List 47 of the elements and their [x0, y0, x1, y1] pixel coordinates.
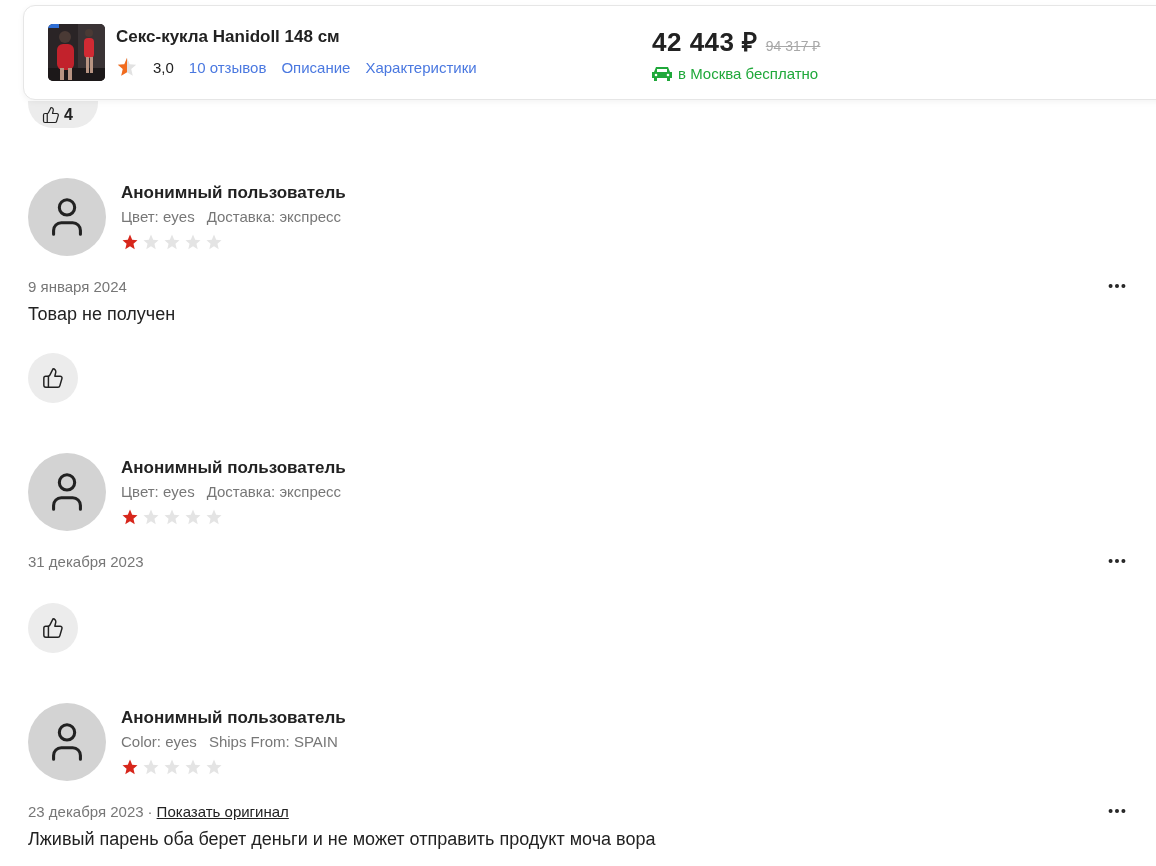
review-date: 23 декабря 2023 — [28, 802, 144, 820]
review-text: Товар не получен — [28, 304, 177, 325]
star-icon — [142, 758, 160, 776]
star-icon — [184, 233, 202, 251]
review-text: Лживый парень оба берет деньги и не может отправить продукт моча вора — [28, 829, 657, 850]
rating-value: 3,0 — [153, 58, 174, 76]
star-icon — [205, 233, 223, 251]
price: 42 443 ₽ — [652, 26, 758, 59]
header-link[interactable]: Описание — [281, 58, 351, 76]
star-icon — [142, 508, 160, 526]
delivery-info: в Москва бесплатно — [678, 65, 819, 82]
star-icon — [205, 758, 223, 776]
review-attribute: Цвет: eyes — [121, 483, 195, 500]
author-name: Анонимный пользователь — [121, 708, 346, 728]
thumbs-up-icon — [42, 617, 64, 639]
like-button[interactable]: 4 — [28, 101, 98, 128]
header-link[interactable]: 10 отзывов — [188, 58, 267, 76]
star-icon — [121, 508, 139, 526]
thumbs-up-icon — [42, 367, 64, 389]
half-star-icon — [116, 56, 138, 78]
review-date: 31 декабря 2023 — [28, 552, 144, 570]
author-name: Анонимный пользователь — [121, 458, 346, 478]
car-icon — [652, 65, 672, 82]
review-attribute: Ships From: SPAIN — [208, 733, 338, 750]
review-attribute: Цвет: eyes — [121, 208, 195, 225]
author-name: Анонимный пользователь — [121, 183, 346, 203]
star-icon — [121, 758, 139, 776]
old-price: 94 317 ₽ — [765, 37, 821, 55]
star-icon — [121, 233, 139, 251]
product-title: Секс-кукла Hanidoll 148 см — [116, 27, 341, 47]
review-attribute: Доставка: экспресс — [206, 483, 342, 500]
star-icon — [142, 233, 160, 251]
star-icon — [205, 508, 223, 526]
star-icon — [184, 758, 202, 776]
star-icon — [163, 508, 181, 526]
header-link[interactable]: Характеристики — [365, 58, 477, 76]
star-icon — [163, 758, 181, 776]
review-attribute: Color: eyes — [121, 733, 197, 750]
like-button[interactable] — [28, 603, 78, 653]
like-button[interactable] — [28, 353, 78, 403]
show-original-link[interactable]: Показать оригинал — [156, 802, 289, 820]
separator-dot: · — [147, 802, 153, 820]
star-icon — [163, 233, 181, 251]
review-date: 9 января 2024 — [28, 277, 127, 295]
review-attribute: Доставка: экспресс — [206, 208, 342, 225]
star-icon — [184, 508, 202, 526]
thumbs-up-icon — [42, 105, 60, 124]
